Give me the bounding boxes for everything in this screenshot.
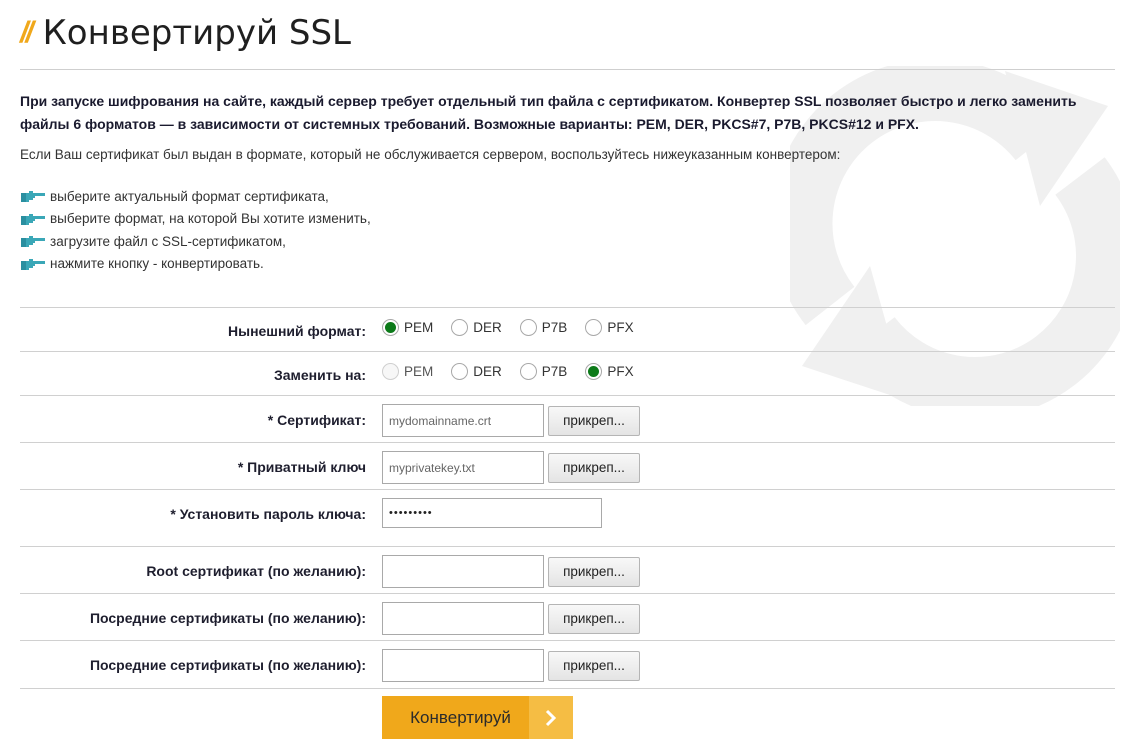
intermediate-cert-row: Посредние сертификаты (по желанию): прик… — [20, 593, 1115, 641]
key-password-input[interactable]: ••••••••• — [382, 498, 602, 528]
page-title: Конвертируй SSL — [42, 13, 351, 53]
radio-button — [382, 363, 399, 380]
step-text: выберите актуальный формат сертификата, — [50, 188, 329, 204]
step-item: нажмите кнопку - конвертировать. — [20, 253, 371, 276]
intermediate-cert-attach-button-2[interactable]: прикреп... — [548, 650, 640, 681]
step-text: выберите формат, на которой Вы хотите из… — [50, 211, 371, 227]
intermediate-cert-file-field[interactable] — [382, 602, 544, 635]
pointing-hand-icon — [21, 258, 45, 270]
intermediate-cert-label-2: Посредние сертификаты (по желанию): — [89, 657, 366, 673]
convert-to-row: Заменить на: PEM DER P7B PFX — [20, 351, 1115, 396]
current-format-pem-radio[interactable]: PEM — [382, 319, 433, 336]
key-password-label: * Установить пароль ключа: — [170, 506, 366, 522]
current-format-pfx-radio[interactable]: PFX — [585, 319, 634, 336]
current-format-label: Нынешний формат: — [228, 323, 366, 339]
page-header: // Конвертируй SSL — [20, 10, 351, 56]
root-cert-attach-button[interactable]: прикреп... — [548, 556, 640, 587]
private-key-attach-button[interactable]: прикреп... — [548, 452, 640, 483]
root-cert-label: Root сертификат (по желанию): — [146, 563, 366, 579]
current-format-p7b-radio[interactable]: P7B — [519, 319, 567, 336]
private-key-file-field[interactable]: myprivatekey.txt — [382, 451, 544, 484]
step-item: выберите формат, на которой Вы хотите из… — [20, 208, 371, 231]
convert-to-label: Заменить на: — [273, 367, 366, 383]
step-item: выберите актуальный формат сертификата, — [20, 185, 371, 208]
intermediate-cert-attach-button[interactable]: прикреп... — [548, 603, 640, 634]
current-format-der-radio[interactable]: DER — [451, 319, 502, 336]
certificate-file-field[interactable]: mydomainname.crt — [382, 404, 544, 437]
convert-to-pfx-radio[interactable]: PFX — [585, 363, 634, 380]
radio-button[interactable] — [519, 363, 537, 380]
convert-to-der-radio[interactable]: DER — [451, 363, 502, 380]
key-password-row: * Установить пароль ключа: ••••••••• — [20, 489, 1115, 547]
title-slashes: // — [20, 16, 34, 49]
step-text: нажмите кнопку - конвертировать. — [50, 256, 264, 272]
pointing-hand-icon — [21, 236, 45, 248]
certificate-label: * Сертификат: — [267, 412, 366, 428]
pointing-hand-icon — [21, 191, 45, 203]
intro-text: При запуске шифрования на сайте, каждый … — [20, 93, 1077, 132]
certificate-attach-button[interactable]: прикреп... — [548, 405, 640, 436]
radio-button[interactable] — [382, 319, 399, 336]
convert-to-p7b-radio[interactable]: P7B — [519, 363, 567, 380]
step-item: загрузите файл с SSL-сертификатом, — [20, 230, 371, 253]
note-text: Если Ваш сертификат был выдан в формате,… — [20, 147, 841, 162]
root-cert-row: Root сертификат (по желанию): прикреп... — [20, 546, 1115, 594]
private-key-label: * Приватный ключ — [237, 459, 366, 475]
convert-button[interactable]: Конвертируй — [382, 696, 573, 739]
intermediate-cert-row-2: Посредние сертификаты (по желанию): прик… — [20, 640, 1115, 689]
convert-button-label: Конвертируй — [410, 707, 511, 727]
root-cert-file-field[interactable] — [382, 555, 544, 588]
intermediate-cert-file-field-2[interactable] — [382, 649, 544, 682]
current-format-row: Нынешний формат: PEM DER P7B PFX — [20, 307, 1115, 352]
radio-button[interactable] — [451, 363, 469, 380]
radio-button[interactable] — [519, 319, 537, 336]
title-divider — [20, 69, 1115, 70]
private-key-row: * Приватный ключ myprivatekey.txt прикре… — [20, 442, 1115, 490]
chevron-right-icon — [529, 696, 573, 739]
radio-button[interactable] — [585, 363, 603, 380]
step-text: загрузите файл с SSL-сертификатом, — [50, 233, 286, 249]
radio-button[interactable] — [585, 319, 603, 336]
pointing-hand-icon — [21, 213, 45, 225]
intermediate-cert-label: Посредние сертификаты (по желанию): — [89, 610, 366, 626]
steps-list: выберите актуальный формат сертификата, … — [20, 185, 371, 275]
convert-to-pem-radio: PEM — [382, 363, 433, 380]
certificate-row: * Сертификат: mydomainname.crt прикреп..… — [20, 395, 1115, 443]
radio-button[interactable] — [451, 319, 469, 336]
